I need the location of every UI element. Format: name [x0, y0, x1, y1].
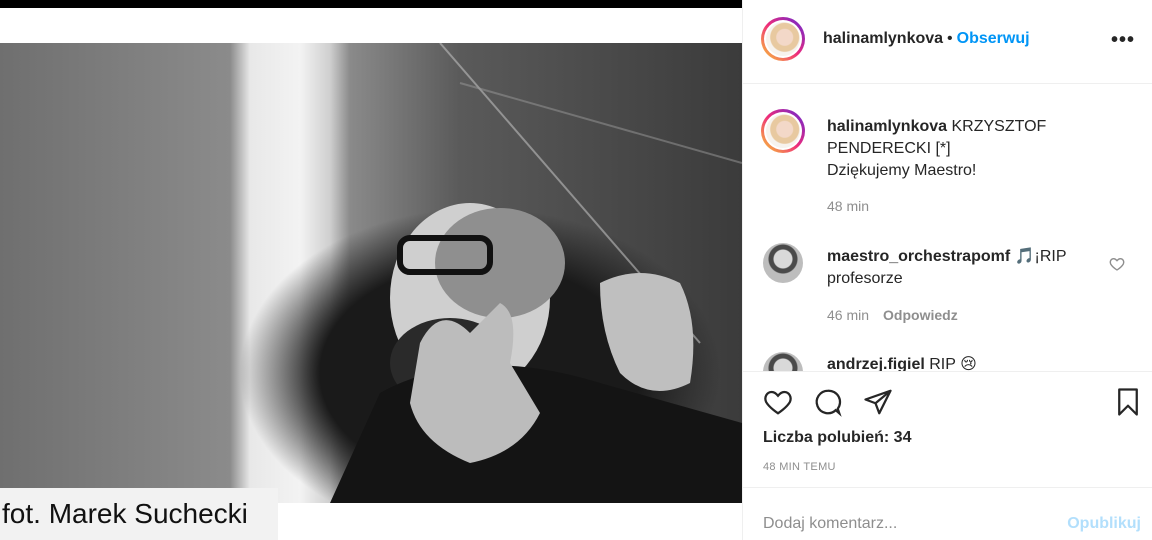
likes-count[interactable]: Liczba polubień: 34 [763, 429, 911, 447]
post-timestamp: 48 MIN TEMU [763, 461, 836, 473]
save-bookmark-icon[interactable] [1113, 387, 1143, 417]
author-avatar[interactable] [761, 17, 805, 61]
post-media: fot. Marek Suchecki [0, 0, 742, 540]
author-username[interactable]: halinamlynkova [823, 30, 943, 47]
photo-illustration [330, 43, 742, 503]
post-header: halinamlynkova • Obserwuj ••• [743, 0, 1152, 84]
caption-author-avatar[interactable] [761, 109, 805, 153]
share-send-icon[interactable] [863, 387, 893, 417]
caption-line1: KRZYSZTOF [951, 118, 1047, 135]
caption-line3: Dziękujemy Maestro! [827, 162, 977, 179]
comment-text: maestro_orchestrapomf 🎵¡RIP profesorze [827, 246, 1107, 290]
commenter-avatar[interactable] [763, 352, 803, 371]
like-heart-icon[interactable] [763, 387, 793, 417]
comment-meta: 46 min Odpowiedz [827, 307, 958, 323]
author-line: halinamlynkova • Obserwuj [823, 30, 1030, 48]
comment-text: andrzej.figiel RIP 😢 [827, 354, 977, 371]
comment-bubble-icon[interactable] [813, 387, 843, 417]
comment-username[interactable]: maestro_orchestrapomf [827, 248, 1010, 265]
post-actions: Liczba polubień: 34 48 MIN TEMU [743, 371, 1152, 487]
more-options-icon[interactable]: ••• [1111, 29, 1135, 52]
caption-line2: PENDERECKI [*] [827, 140, 951, 157]
comments-list[interactable]: halinamlynkova KRZYSZTOF PENDERECKI [*] … [743, 84, 1152, 371]
comment-body: ¡RIP [1034, 248, 1067, 265]
comment-body: RIP [929, 356, 956, 371]
caption-username[interactable]: halinamlynkova [827, 118, 947, 135]
separator-dot: • [947, 30, 953, 47]
add-comment-input[interactable]: Dodaj komentarz... [763, 515, 897, 533]
comment-emoji: 😢 [960, 356, 977, 371]
caption-time: 48 min [827, 198, 870, 214]
comment-username[interactable]: andrzej.figiel [827, 356, 925, 371]
avatar-ring-inner [764, 112, 802, 150]
post-photo[interactable] [0, 43, 742, 503]
commenter-avatar[interactable] [763, 243, 803, 283]
avatar-image [766, 22, 800, 56]
reply-button[interactable]: Odpowiedz [883, 307, 958, 323]
avatar-image [766, 114, 800, 148]
add-comment-bar: Dodaj komentarz... Opublikuj [743, 487, 1152, 540]
caption-text: halinamlynkova KRZYSZTOF PENDERECKI [*] … [827, 116, 1127, 182]
like-comment-heart-icon[interactable] [1109, 256, 1125, 272]
media-top-bar [0, 0, 742, 8]
post-side-panel: halinamlynkova • Obserwuj ••• halinamlynko… [742, 0, 1152, 540]
avatar-ring-inner [764, 20, 802, 58]
follow-button[interactable]: Obserwuj [957, 30, 1030, 47]
publish-button[interactable]: Opublikuj [1067, 515, 1141, 533]
comment-time: 46 min [827, 307, 870, 323]
photo-credit: fot. Marek Suchecki [0, 488, 278, 540]
comment-emoji: 🎵 [1014, 248, 1035, 265]
comment-body-line2: profesorze [827, 270, 903, 287]
